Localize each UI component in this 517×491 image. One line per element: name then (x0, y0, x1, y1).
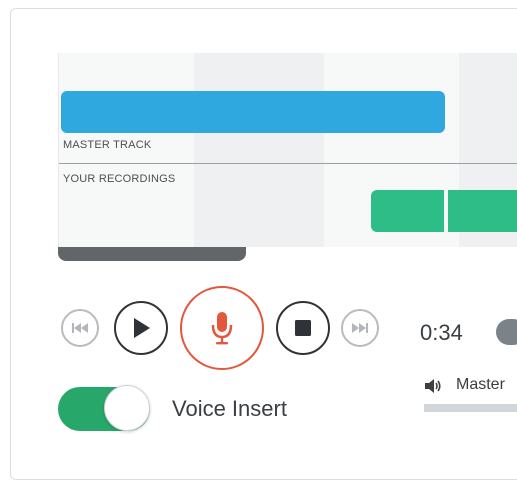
play-button[interactable] (114, 301, 168, 355)
master-track-clip[interactable] (61, 91, 445, 133)
track-timeline[interactable]: MASTER TRACK YOUR RECORDINGS (58, 53, 517, 247)
master-volume-slider[interactable] (424, 404, 517, 412)
timeline-scrollbar[interactable] (58, 247, 246, 261)
voice-insert-label: Voice Insert (172, 396, 287, 421)
stop-icon (295, 320, 311, 336)
skip-back-button[interactable] (61, 309, 99, 347)
position-slider-handle[interactable] (496, 319, 517, 345)
master-track-label: MASTER TRACK (63, 139, 152, 151)
track-divider (59, 163, 517, 164)
skip-back-icon (72, 323, 88, 333)
record-button[interactable] (180, 286, 264, 370)
timeline-stripe (194, 53, 324, 247)
stop-button[interactable] (276, 301, 330, 355)
recording-clip[interactable] (448, 190, 517, 232)
microphone-icon (211, 312, 233, 345)
speaker-icon (425, 379, 441, 393)
skip-forward-icon (352, 323, 368, 333)
recordings-track-label: YOUR RECORDINGS (63, 173, 176, 185)
recording-clip[interactable] (371, 190, 444, 232)
elapsed-time: 0:34 (420, 320, 463, 345)
voice-insert-toggle[interactable] (58, 385, 150, 431)
skip-forward-button[interactable] (341, 309, 379, 347)
toggle-knob (104, 385, 150, 431)
master-volume-label: Master (456, 376, 505, 393)
play-icon (134, 318, 150, 338)
